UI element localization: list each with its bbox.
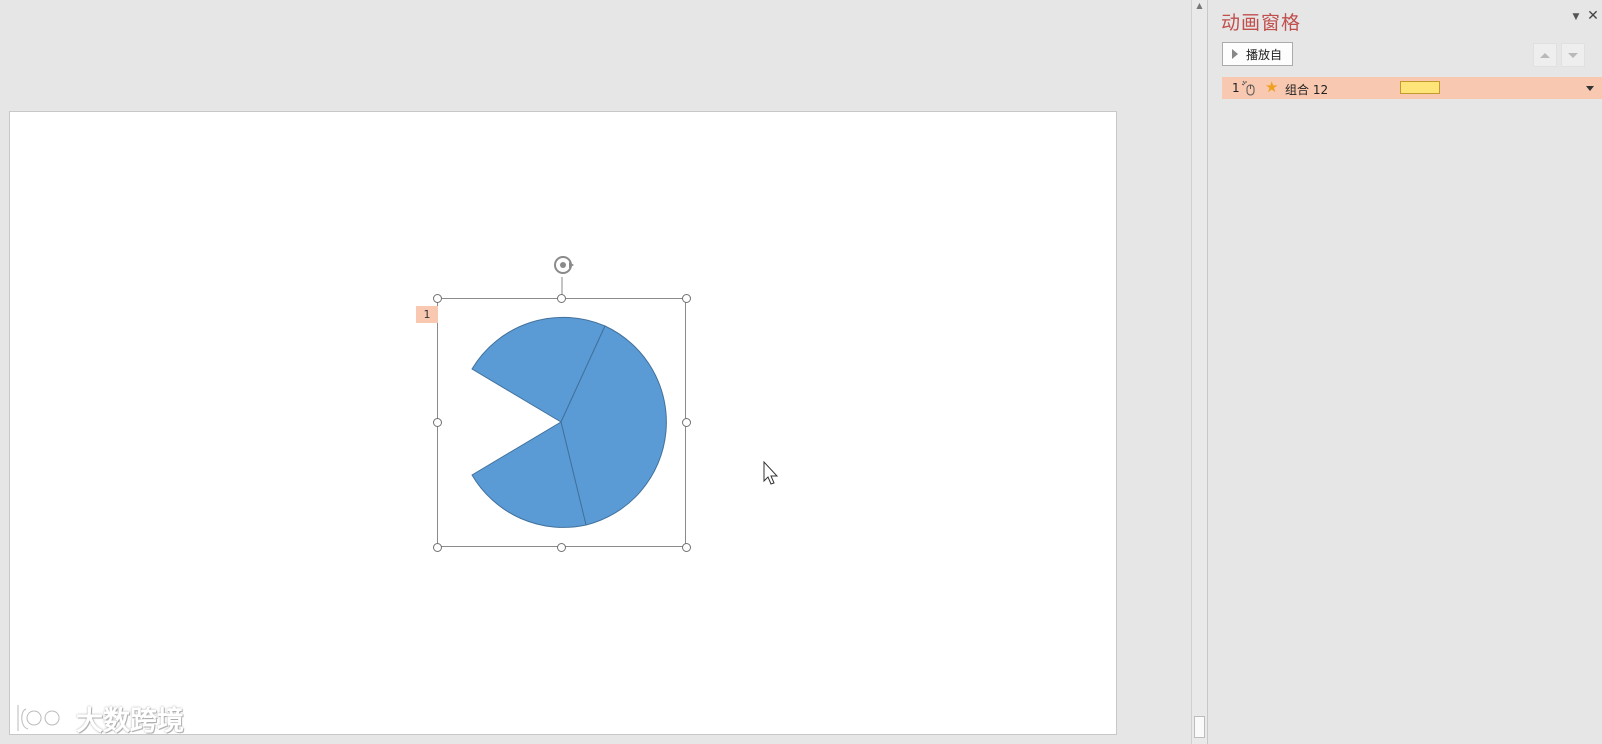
move-earlier-button[interactable] (1533, 43, 1557, 67)
arrow-down-icon (1568, 52, 1578, 58)
rotate-handle-icon[interactable] (554, 256, 574, 274)
resize-handle-top-right[interactable] (682, 294, 691, 303)
close-icon[interactable]: ✕ (1586, 8, 1600, 24)
watermark: 大数跨境 (12, 698, 212, 738)
pane-title: 动画窗格 (1221, 12, 1302, 34)
resize-handle-top[interactable] (557, 294, 566, 303)
animation-list-item[interactable]: 1 ★ 组合 12 (1222, 77, 1602, 99)
play-from-label: 播放自 (1246, 47, 1283, 62)
mouse-cursor-icon (763, 460, 779, 485)
play-from-button[interactable]: 播放自 (1222, 42, 1293, 66)
animation-order-tag[interactable]: 1 (416, 306, 438, 323)
resize-handle-bottom-left[interactable] (433, 543, 442, 552)
move-later-button[interactable] (1561, 43, 1585, 67)
vertical-scrollbar[interactable]: ▲ (1191, 0, 1207, 744)
star-icon: ★ (1265, 78, 1279, 96)
slide-editor-area[interactable]: 1 大数跨境 (0, 0, 1191, 744)
resize-handle-bottom[interactable] (557, 543, 566, 552)
resize-handle-right[interactable] (682, 418, 691, 427)
mouse-click-icon (1241, 80, 1255, 96)
animation-item-name: 组合 12 (1285, 83, 1329, 97)
watermark-text: 大数跨境 (76, 705, 184, 737)
animation-pane: 动画窗格 ▼ ✕ 播放自 1 ★ 组合 12 (1208, 0, 1602, 744)
resize-handle-bottom-right[interactable] (682, 543, 691, 552)
resize-handle-left[interactable] (433, 418, 442, 427)
pane-options-chevron-down-icon[interactable]: ▼ (1570, 12, 1582, 22)
animation-item-number: 1 (1232, 81, 1240, 95)
play-icon (1232, 49, 1238, 59)
scroll-up-icon[interactable]: ▲ (1192, 0, 1207, 12)
resize-handle-top-left[interactable] (433, 294, 442, 303)
animation-timing-bar (1400, 81, 1440, 94)
chevron-down-icon[interactable] (1586, 86, 1594, 91)
selection-box (437, 298, 686, 547)
watermark-logo-icon (15, 702, 62, 734)
arrow-up-icon (1540, 52, 1550, 58)
scroll-thumb[interactable] (1194, 716, 1205, 738)
